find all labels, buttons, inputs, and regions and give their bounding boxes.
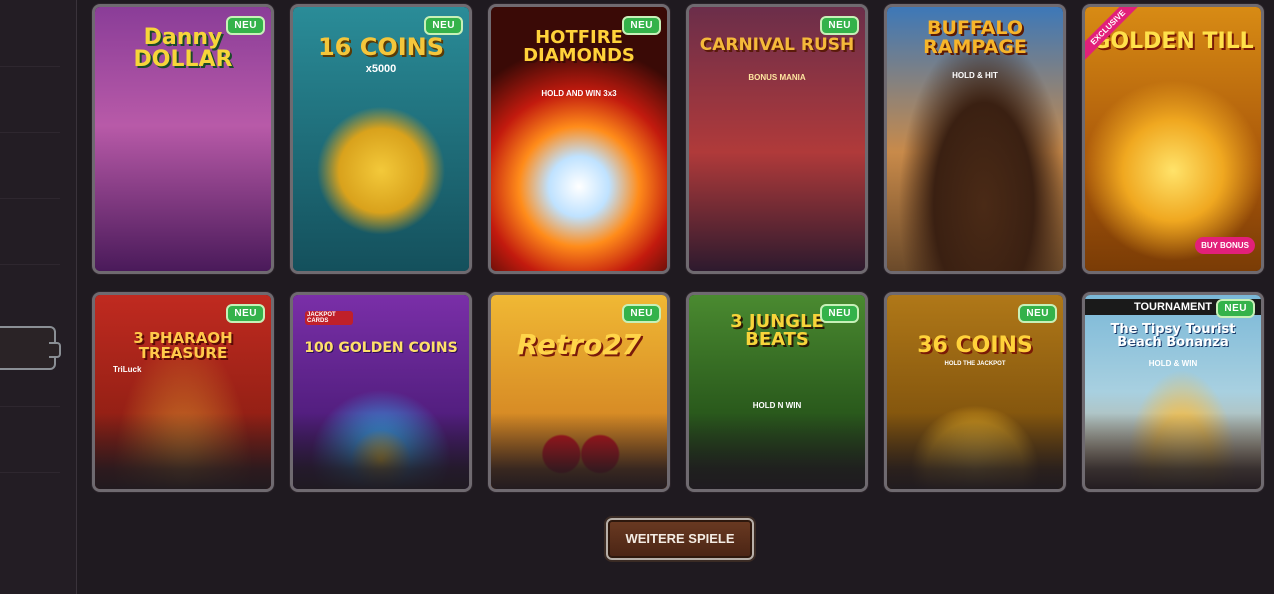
game-title: 36 COINS (917, 333, 1033, 358)
more-games-button[interactable]: WEITERE SPIELE (606, 518, 754, 560)
game-subtitle: TriLuck (113, 365, 142, 374)
new-badge: NEU (1216, 299, 1255, 318)
game-subtitle: JACKPOT CARDS (305, 311, 353, 325)
game-subtitle: BONUS MANIA (748, 73, 806, 82)
game-subtitle: HOLD AND WIN 3x3 (541, 89, 617, 98)
fade-overlay (887, 413, 1063, 489)
game-title: 100 GOLDEN COINS (304, 340, 458, 356)
game-tile-36-coins[interactable]: 36 COINS HOLD THE JACKPOT NEU (884, 292, 1066, 492)
new-badge: NEU (820, 304, 859, 323)
game-subtitle: HOLD & WIN (1148, 359, 1198, 368)
fade-overlay (689, 413, 865, 489)
game-tile-danny-dollar[interactable]: Danny DOLLAR NEU (92, 4, 274, 274)
game-tile-3-pharaoh-treasure[interactable]: 3 PHARAOH TREASURE TriLuck NEU (92, 292, 274, 492)
fade-overlay (95, 413, 271, 489)
sidebar-divider (0, 264, 60, 265)
game-title: CARNIVAL RUSH (699, 35, 855, 55)
game-tile-3-jungle-beats[interactable]: 3 JUNGLE BEATS HOLD N WIN NEU (686, 292, 868, 492)
fade-overlay (491, 413, 667, 489)
new-badge: NEU (226, 304, 265, 323)
game-tile-retro27[interactable]: Retro27 NEU (488, 292, 670, 492)
game-title: Retro27 (516, 328, 642, 361)
game-title: The Tipsy Tourist Beach Bonanza (1110, 322, 1236, 350)
game-subtitle: x5000 (365, 63, 397, 75)
sidebar-divider (0, 198, 60, 199)
game-subtitle: HOLD & HIT (952, 71, 998, 80)
game-title: GOLDEN TILL (1092, 29, 1254, 54)
new-badge: NEU (622, 16, 661, 35)
new-badge: NEU (424, 16, 463, 35)
game-tile-100-golden-coins[interactable]: JACKPOT CARDS 100 GOLDEN COINS (290, 292, 472, 492)
sidebar (0, 0, 77, 594)
fade-overlay (293, 413, 469, 489)
game-grid: Danny DOLLAR NEU 16 COINS x5000 NEU HOTF… (92, 4, 1266, 494)
game-title: 16 COINS (317, 33, 445, 61)
game-tile-16-coins[interactable]: 16 COINS x5000 NEU (290, 4, 472, 274)
new-badge: NEU (226, 16, 265, 35)
game-title: BUFFALO RAMPAGE (923, 17, 1027, 58)
game-tile-hotfire-diamonds[interactable]: HOTFIRE DIAMONDS HOLD AND WIN 3x3 NEU (488, 4, 670, 274)
game-subtitle: BUY BONUS (1195, 237, 1255, 254)
new-badge: NEU (622, 304, 661, 323)
game-tile-carnival-rush[interactable]: CARNIVAL RUSH BONUS MANIA NEU (686, 4, 868, 274)
sidebar-divider (0, 472, 60, 473)
sidebar-divider (0, 66, 60, 67)
fade-overlay (1085, 413, 1261, 489)
game-subtitle: HOLD N WIN (752, 401, 802, 410)
game-tile-buffalo-rampage[interactable]: BUFFALO RAMPAGE HOLD & HIT (884, 4, 1066, 274)
sidebar-divider (0, 406, 60, 407)
new-badge: NEU (820, 16, 859, 35)
game-subtitle: HOLD THE JACKPOT (944, 361, 1006, 367)
new-badge: NEU (1018, 304, 1057, 323)
sidebar-divider (0, 132, 60, 133)
collapse-tab-icon[interactable] (0, 326, 61, 370)
game-title: 3 PHARAOH TREASURE (133, 329, 233, 362)
game-tile-tipsy-tourist[interactable]: TOURNAMENT The Tipsy Tourist Beach Bonan… (1082, 292, 1264, 492)
game-tile-golden-till[interactable]: GOLDEN TILL BUY BONUS EXCLUSIVE (1082, 4, 1264, 274)
